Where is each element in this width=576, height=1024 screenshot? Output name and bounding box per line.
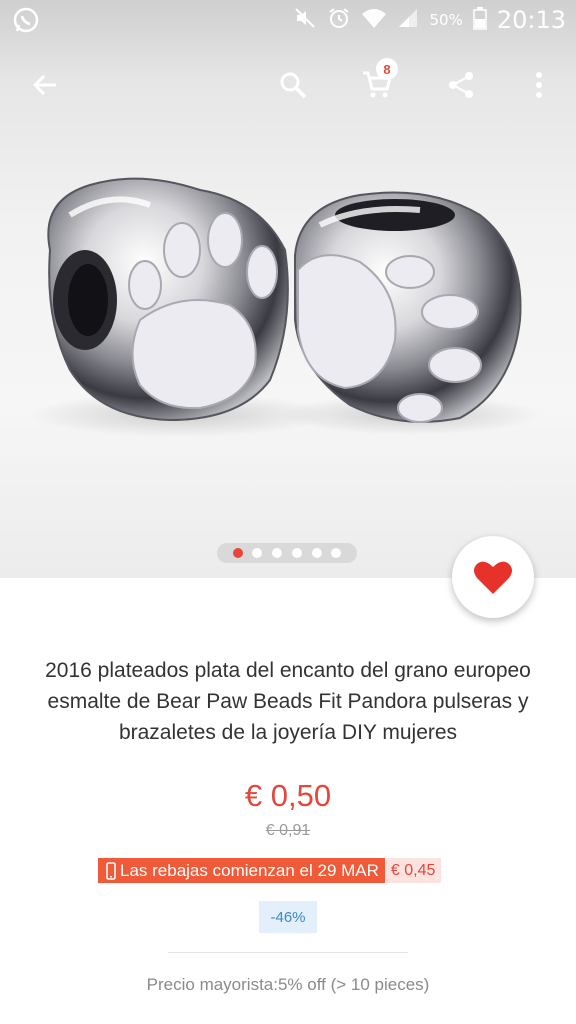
carousel-dot[interactable] — [331, 548, 342, 558]
mute-icon — [293, 6, 317, 35]
product-title: 2016 plateados plata del encanto del gra… — [45, 659, 531, 744]
alarm-icon — [327, 6, 351, 35]
cart-count-badge: 8 — [376, 58, 398, 80]
more-vertical-icon[interactable] — [516, 62, 562, 108]
divider — [168, 952, 408, 953]
whatsapp-icon — [12, 6, 40, 39]
battery-percent: 50% — [429, 11, 463, 29]
share-icon[interactable] — [438, 62, 484, 108]
carousel-dot[interactable] — [232, 548, 243, 558]
carousel-dot[interactable] — [291, 548, 302, 558]
carousel-dot[interactable] — [311, 548, 322, 558]
discount-badge: -46% — [259, 901, 317, 933]
carousel-dot[interactable] — [272, 548, 283, 558]
carousel-dot[interactable] — [252, 548, 263, 558]
original-price: € 0,91 — [265, 822, 311, 839]
heart-icon — [474, 561, 512, 594]
favorite-button[interactable] — [452, 536, 534, 618]
carousel-indicator[interactable] — [217, 543, 357, 563]
wifi-icon — [361, 6, 387, 35]
toolbar — [0, 52, 576, 118]
sale-banner-text: Las rebajas comienzan el 29 MAR — [120, 860, 379, 880]
search-icon[interactable] — [270, 62, 316, 108]
status-bar: 50% 20:13 — [0, 0, 576, 40]
battery-icon — [473, 6, 487, 35]
sale-price: € 0,45 — [384, 858, 442, 883]
signal-icon — [397, 7, 419, 34]
phone-icon — [106, 861, 116, 880]
sale-banner: Las rebajas comienzan el 29 MAR — [98, 858, 385, 883]
product-price: € 0,50 — [244, 778, 332, 813]
back-arrow-icon[interactable] — [22, 62, 68, 108]
status-time: 20:13 — [496, 6, 566, 34]
wholesale-price[interactable]: Precio mayorista:5% off (> 10 pieces) — [0, 975, 576, 995]
sale-notice: Las rebajas comienzan el 29 MAR € 0,45 — [98, 858, 442, 883]
